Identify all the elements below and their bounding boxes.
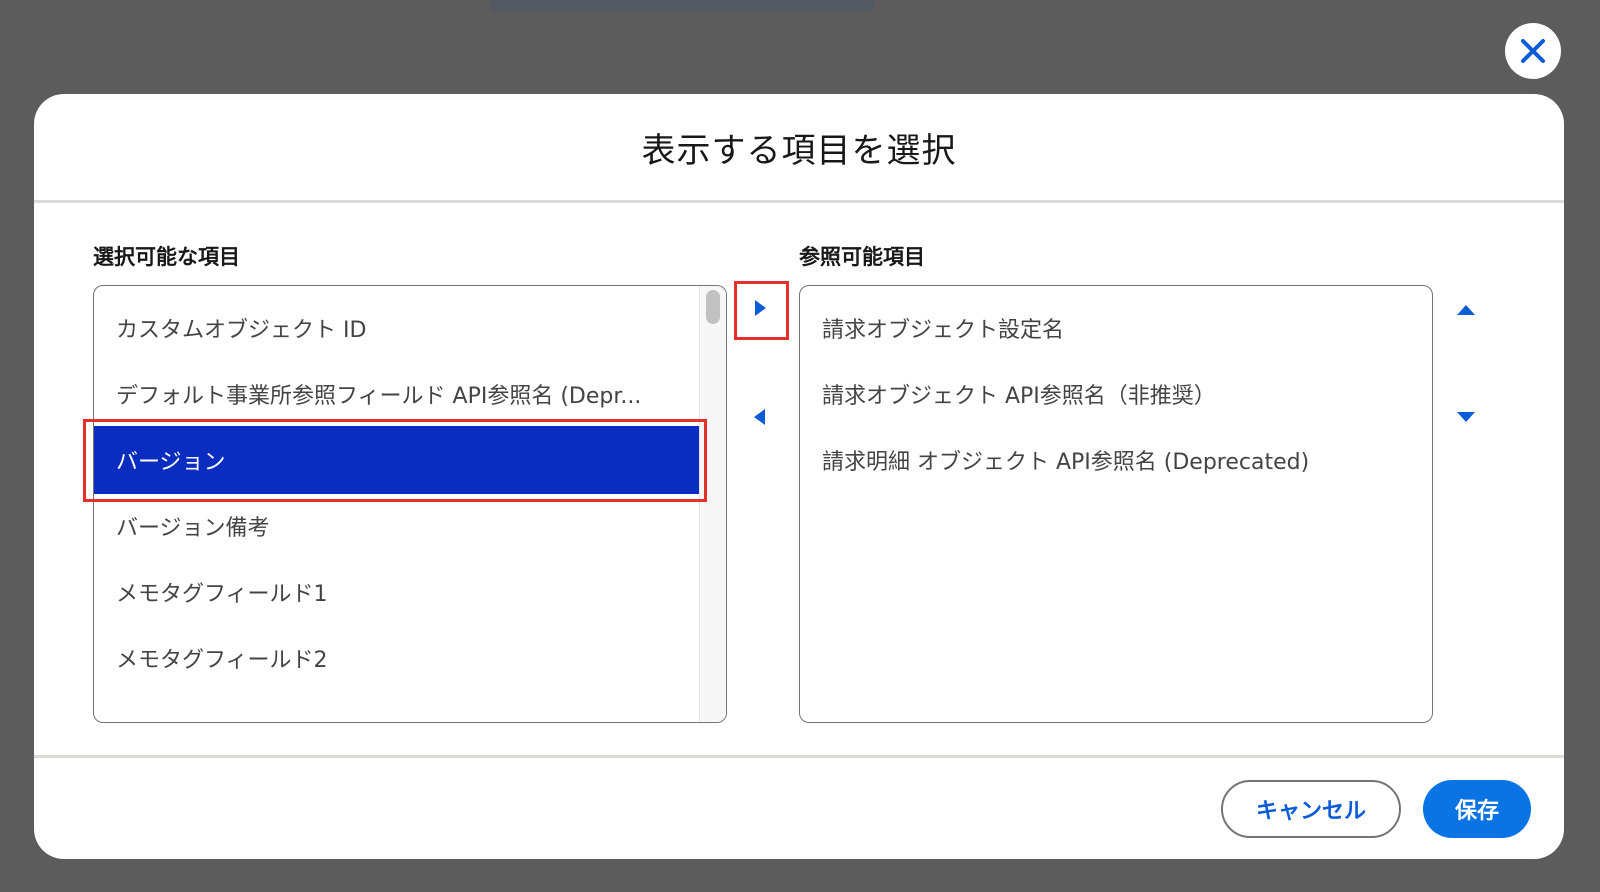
move-right-button[interactable] (746, 294, 774, 322)
select-fields-modal: 表示する項目を選択 選択可能な項目 カスタムオブジェクト ID デフォルト事業所… (34, 94, 1564, 859)
available-item[interactable]: バージョン備考 (94, 492, 700, 560)
move-up-button[interactable] (1452, 296, 1480, 324)
available-item[interactable]: カスタムオブジェクト ID (94, 294, 700, 362)
available-scrollbar[interactable] (699, 286, 726, 722)
available-item-selected[interactable]: バージョン (94, 426, 700, 494)
triangle-up-icon (1457, 305, 1475, 315)
scroll-thumb[interactable] (706, 290, 720, 324)
available-fields-listbox[interactable]: カスタムオブジェクト ID デフォルト事業所参照フィールド API参照名 (De… (93, 285, 727, 723)
move-left-button[interactable] (746, 403, 774, 431)
background-page-bar (490, 0, 874, 12)
modal-title: 表示する項目を選択 (641, 130, 957, 171)
visible-fields-listbox[interactable]: 請求オブジェクト設定名 請求オブジェクト API参照名（非推奨） 請求明細 オブ… (799, 285, 1433, 723)
visible-item[interactable]: 請求オブジェクト設定名 (800, 294, 1430, 362)
modal-body: 選択可能な項目 カスタムオブジェクト ID デフォルト事業所参照フィールド AP… (34, 203, 1564, 748)
modal-footer: キャンセル 保存 (34, 755, 1564, 859)
available-fields-label: 選択可能な項目 (93, 245, 240, 269)
cancel-button[interactable]: キャンセル (1221, 780, 1401, 838)
visible-item[interactable]: 請求オブジェクト API参照名（非推奨） (800, 360, 1430, 428)
triangle-down-icon (1457, 412, 1475, 422)
available-item[interactable]: メモタグフィールド2 (94, 624, 700, 692)
visible-fields-label: 参照可能項目 (799, 245, 925, 269)
modal-header: 表示する項目を選択 (34, 94, 1564, 203)
triangle-right-icon (755, 300, 766, 316)
close-icon (1521, 39, 1545, 63)
close-button[interactable] (1505, 23, 1561, 79)
save-button[interactable]: 保存 (1423, 780, 1531, 838)
triangle-left-icon (754, 409, 765, 425)
move-down-button[interactable] (1452, 403, 1480, 431)
available-item[interactable]: メモタグフィールド1 (94, 558, 700, 626)
available-item[interactable]: デフォルト事業所参照フィールド API参照名 (Depr... (94, 360, 700, 428)
visible-item[interactable]: 請求明細 オブジェクト API参照名 (Deprecated) (800, 426, 1430, 494)
